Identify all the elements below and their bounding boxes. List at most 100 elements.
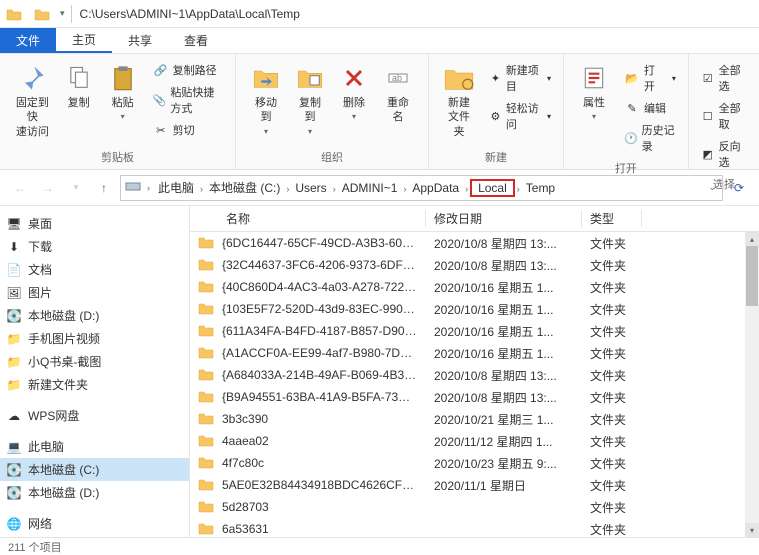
- file-row[interactable]: 4aaea022020/11/12 星期四 1...文件夹: [190, 430, 759, 452]
- doc-icon: 📄: [6, 262, 22, 278]
- main-content: 🖥桌面⬇下载📄文档🖼图片💽本地磁盘 (D:)📁手机图片视频📁小Q书桌-截图📁新建…: [0, 206, 759, 537]
- scrollbar-up-icon[interactable]: ▴: [745, 232, 759, 246]
- select-all-label: 全部选: [719, 62, 747, 94]
- breadcrumb-chevron-icon[interactable]: ›: [515, 184, 522, 194]
- delete-button[interactable]: 删除▾: [332, 60, 376, 123]
- file-row[interactable]: {611A34FA-B4FD-4187-B857-D90538...2020/1…: [190, 320, 759, 342]
- tree-item[interactable]: 💽本地磁盘 (D:): [0, 304, 189, 327]
- tab-home[interactable]: 主页: [56, 28, 112, 53]
- paste-button[interactable]: 粘贴 ▾: [101, 60, 145, 123]
- tree-item-label: 此电脑: [28, 438, 64, 455]
- history-dropdown[interactable]: ▾: [64, 176, 88, 200]
- tree-item[interactable]: 📁手机图片视频: [0, 327, 189, 350]
- file-row[interactable]: {32C44637-3FC6-4206-9373-6DF7971...2020/…: [190, 254, 759, 276]
- file-list[interactable]: {6DC16447-65CF-49CD-A3B3-60CF59...2020/1…: [190, 232, 759, 537]
- invert-selection-button[interactable]: ◩反向选: [697, 136, 751, 172]
- file-date: 2020/10/8 星期四 13:...: [426, 235, 582, 252]
- file-row[interactable]: 6a53631文件夹: [190, 518, 759, 537]
- col-date[interactable]: 修改日期: [426, 210, 582, 227]
- tree-item-label: 网络: [28, 515, 52, 532]
- file-name: 4f7c80c: [214, 456, 426, 470]
- tree-item[interactable]: 🖥桌面: [0, 212, 189, 235]
- properties-button[interactable]: 属性▾: [572, 60, 616, 123]
- folder-icon: [198, 367, 214, 383]
- pin-button[interactable]: 固定到快 速访问: [8, 60, 57, 141]
- delete-label: 删除: [343, 96, 365, 110]
- tree-item[interactable]: 📄文档: [0, 258, 189, 281]
- file-date: 2020/10/16 星期五 1...: [426, 279, 582, 296]
- folder-icon: [198, 257, 214, 273]
- breadcrumb-segment[interactable]: Local: [470, 179, 515, 197]
- file-row[interactable]: 3b3c3902020/10/21 星期三 1...文件夹: [190, 408, 759, 430]
- cut-button[interactable]: ✂剪切: [149, 120, 227, 140]
- select-none-button[interactable]: ☐全部取: [697, 98, 751, 134]
- tree-item[interactable]: 🖼图片: [0, 281, 189, 304]
- file-row[interactable]: {6DC16447-65CF-49CD-A3B3-60CF59...2020/1…: [190, 232, 759, 254]
- file-type: 文件夹: [582, 411, 642, 428]
- copy-to-button[interactable]: 复制到▾: [288, 60, 332, 138]
- breadcrumb-drop-icon[interactable]: ⌄: [706, 182, 718, 193]
- tree-item[interactable]: 🌐网络: [0, 512, 189, 535]
- file-row[interactable]: 4f7c80c2020/10/23 星期五 9:...文件夹: [190, 452, 759, 474]
- tree-panel[interactable]: 🖥桌面⬇下载📄文档🖼图片💽本地磁盘 (D:)📁手机图片视频📁小Q书桌-截图📁新建…: [0, 206, 190, 537]
- breadcrumb-segment[interactable]: 本地磁盘 (C:): [205, 181, 284, 195]
- breadcrumb-chevron-icon[interactable]: ›: [198, 184, 205, 194]
- folder-icon: [198, 345, 214, 361]
- refresh-button[interactable]: ⟳: [727, 176, 751, 200]
- file-type: 文件夹: [582, 301, 642, 318]
- qat-dropdown-icon[interactable]: ▾: [56, 8, 69, 19]
- file-row[interactable]: 5AE0E32B84434918BDC4626CFBF94A...2020/11…: [190, 474, 759, 496]
- move-to-button[interactable]: 移动到▾: [244, 60, 288, 138]
- select-all-button[interactable]: ☑全部选: [697, 60, 751, 96]
- tree-item[interactable]: 💽本地磁盘 (D:): [0, 481, 189, 504]
- new-folder-button[interactable]: 新建 文件夹: [437, 60, 481, 141]
- tree-item[interactable]: 📁新建文件夹: [0, 373, 189, 396]
- breadcrumb-segment[interactable]: AppData: [408, 181, 463, 195]
- tree-item[interactable]: ⬇下载: [0, 235, 189, 258]
- tree-item[interactable]: 💽本地磁盘 (C:): [0, 458, 189, 481]
- breadcrumb-chevron-icon[interactable]: ›: [331, 184, 338, 194]
- new-item-button[interactable]: ✦新建项目▾: [485, 60, 555, 96]
- breadcrumb[interactable]: › 此电脑›本地磁盘 (C:)›Users›ADMINI~1›AppData›L…: [120, 175, 723, 201]
- open-button[interactable]: 📂打开▾: [620, 60, 680, 96]
- breadcrumb-segment[interactable]: ADMINI~1: [338, 181, 402, 195]
- copy-path-button[interactable]: 🔗复制路径: [149, 60, 227, 80]
- file-row[interactable]: {A1ACCF0A-EE99-4af7-B980-7DF0F50...2020/…: [190, 342, 759, 364]
- history-button[interactable]: 🕐历史记录: [620, 120, 680, 156]
- edit-label: 编辑: [644, 100, 666, 116]
- file-row[interactable]: {A684033A-214B-49AF-B069-4B3E6C...2020/1…: [190, 364, 759, 386]
- edit-button[interactable]: ✎编辑: [620, 98, 680, 118]
- tab-view[interactable]: 查看: [168, 28, 224, 53]
- scrollbar-down-icon[interactable]: ▾: [745, 523, 759, 537]
- file-row[interactable]: {40C860D4-4AC3-4a03-A278-722A2C...2020/1…: [190, 276, 759, 298]
- rename-button[interactable]: ab 重命名: [376, 60, 420, 127]
- up-button[interactable]: ↑: [92, 176, 116, 200]
- tab-file[interactable]: 文件: [0, 28, 56, 53]
- breadcrumb-segment[interactable]: 此电脑: [154, 181, 198, 195]
- file-date: 2020/11/12 星期四 1...: [426, 433, 582, 450]
- breadcrumb-segment[interactable]: Temp: [522, 181, 559, 195]
- back-button[interactable]: ←: [8, 176, 32, 200]
- scrollbar-thumb[interactable]: [746, 246, 758, 306]
- file-date: 2020/10/21 星期三 1...: [426, 411, 582, 428]
- col-name[interactable]: 名称: [218, 210, 426, 227]
- forward-button[interactable]: →: [36, 176, 60, 200]
- file-name: 6a53631: [214, 522, 426, 536]
- file-row[interactable]: 5d28703文件夹: [190, 496, 759, 518]
- qat-folder-icon[interactable]: [32, 4, 52, 24]
- tree-item[interactable]: 📁小Q书桌-截图: [0, 350, 189, 373]
- tab-share[interactable]: 共享: [112, 28, 168, 53]
- scrollbar-vertical[interactable]: ▴ ▾: [745, 232, 759, 537]
- tree-item[interactable]: 💻此电脑: [0, 435, 189, 458]
- easy-access-button[interactable]: ⚙轻松访问▾: [485, 98, 555, 134]
- col-type[interactable]: 类型: [582, 210, 642, 227]
- paste-shortcut-button[interactable]: 📎粘贴快捷方式: [149, 82, 227, 118]
- breadcrumb-root-chevron[interactable]: ›: [145, 183, 152, 193]
- tree-item[interactable]: ☁WPS网盘: [0, 404, 189, 427]
- copy-button[interactable]: 复制: [57, 60, 101, 112]
- new-item-label: 新建项目: [506, 62, 541, 94]
- breadcrumb-segment[interactable]: Users: [291, 181, 330, 195]
- file-row[interactable]: {B9A94551-63BA-41A9-B5FA-73AE7F...2020/1…: [190, 386, 759, 408]
- folder-icon: [198, 279, 214, 295]
- file-row[interactable]: {103E5F72-520D-43d9-83EC-990AFB0...2020/…: [190, 298, 759, 320]
